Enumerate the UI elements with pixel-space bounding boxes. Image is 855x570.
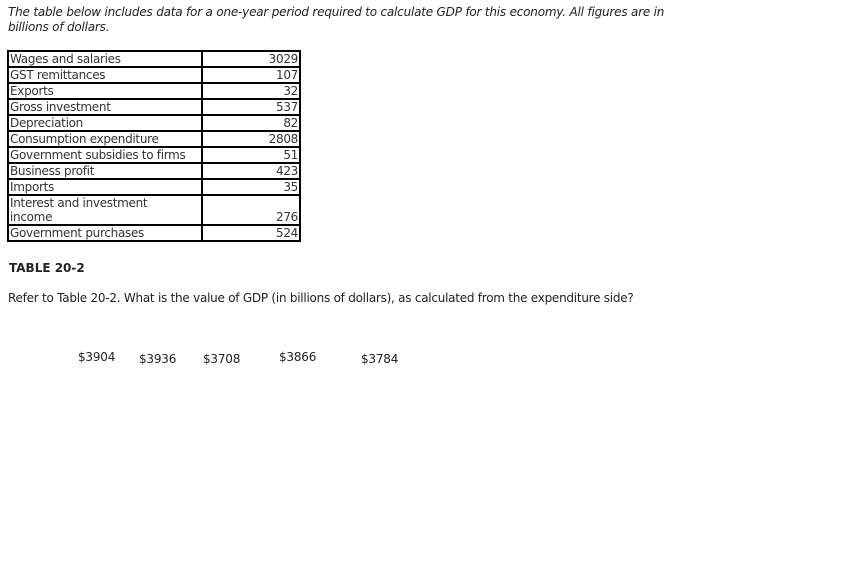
row-label: Wages and salaries bbox=[7, 50, 203, 68]
row-value: 524 bbox=[201, 224, 301, 242]
answer-option-3[interactable]: $3708 bbox=[203, 352, 240, 366]
row-label: Government purchases bbox=[7, 224, 203, 242]
row-value: 423 bbox=[201, 162, 301, 180]
row-label: Depreciation bbox=[7, 114, 203, 132]
row-value: 107 bbox=[201, 66, 301, 84]
row-value: 82 bbox=[201, 114, 301, 132]
row-value: 3029 bbox=[201, 50, 301, 68]
row-label: Exports bbox=[7, 82, 203, 100]
table-row: Depreciation 82 bbox=[7, 114, 301, 132]
row-label: Government subsidies to firms bbox=[7, 146, 203, 164]
row-label: Gross investment bbox=[7, 98, 203, 116]
row-value: 537 bbox=[201, 98, 301, 116]
table-row: Government purchases 524 bbox=[7, 224, 301, 242]
answer-option-2[interactable]: $3936 bbox=[139, 352, 176, 366]
table-row: Gross investment 537 bbox=[7, 98, 301, 116]
intro-text: The table below includes data for a one-… bbox=[8, 5, 665, 34]
row-label: GST remittances bbox=[7, 66, 203, 84]
answer-option-5[interactable]: $3784 bbox=[361, 352, 398, 366]
row-value: 32 bbox=[201, 82, 301, 100]
table-row: Exports 32 bbox=[7, 82, 301, 100]
row-value: 276 bbox=[201, 194, 301, 226]
answer-option-4[interactable]: $3866 bbox=[279, 350, 316, 364]
row-value: 51 bbox=[201, 146, 301, 164]
row-label: Consumption expenditure bbox=[7, 130, 203, 148]
row-label: Business profit bbox=[7, 162, 203, 180]
row-label: Interest and investment income bbox=[7, 194, 203, 226]
table-caption: TABLE 20-2 bbox=[9, 261, 85, 275]
question-text: Refer to Table 20-2. What is the value o… bbox=[8, 291, 634, 305]
table-row: Interest and investment income 276 bbox=[7, 194, 301, 226]
table-row: Consumption expenditure 2808 bbox=[7, 130, 301, 148]
answer-option-1[interactable]: $3904 bbox=[78, 350, 115, 364]
row-label: Imports bbox=[7, 178, 203, 196]
table-row: Business profit 423 bbox=[7, 162, 301, 180]
table-row: Government subsidies to firms 51 bbox=[7, 146, 301, 164]
table-row: Wages and salaries 3029 bbox=[7, 50, 301, 68]
table-row: Imports 35 bbox=[7, 178, 301, 196]
table-row: GST remittances 107 bbox=[7, 66, 301, 84]
row-value: 35 bbox=[201, 178, 301, 196]
row-value: 2808 bbox=[201, 130, 301, 148]
gdp-data-table: Wages and salaries 3029 GST remittances 107… bbox=[7, 50, 301, 242]
